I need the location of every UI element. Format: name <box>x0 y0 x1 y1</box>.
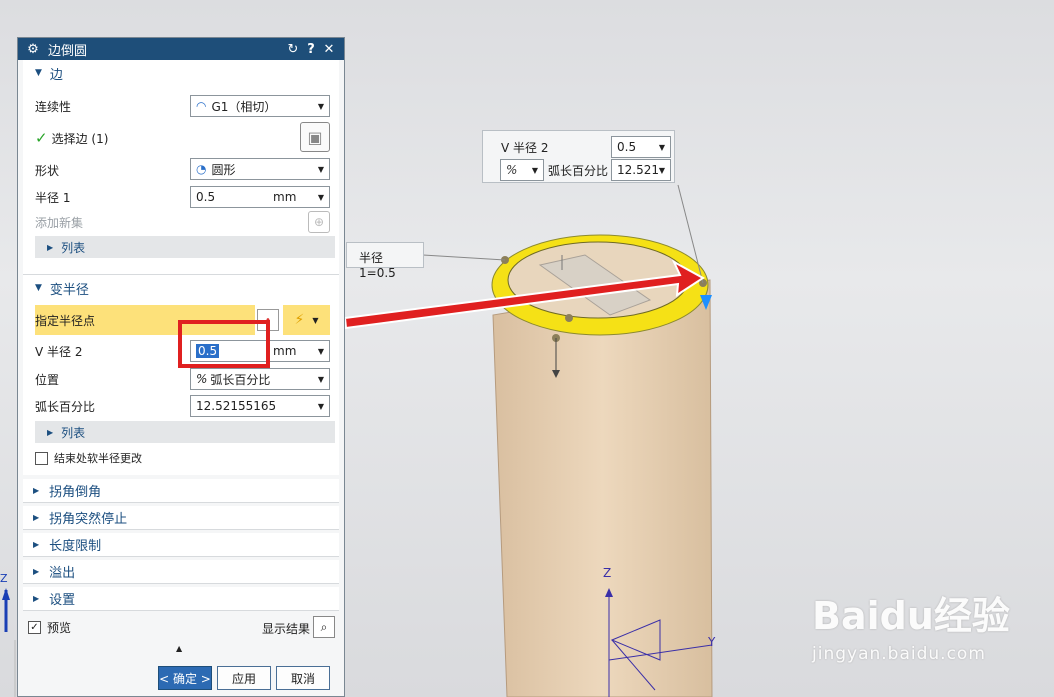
radius1-callout-text: 半径 1=0.5 <box>359 251 396 280</box>
show-result-label: 显示结果 <box>262 622 311 636</box>
radius-callout: V 半径 2 0.5 ▼ % ▼ 弧长百分比 12.521 ▼ <box>482 130 675 183</box>
gear-icon[interactable]: ⚙ <box>24 42 42 57</box>
check-icon: ✓ <box>35 129 48 147</box>
position-label: 位置 <box>35 372 60 387</box>
checkbox-icon[interactable]: ✓ <box>28 620 41 634</box>
continuity-dropdown[interactable]: ◠ G1（相切） ▼ <box>190 95 330 117</box>
axis-y-label: Y <box>708 635 716 649</box>
show-result-button[interactable]: ⌕ <box>313 616 335 638</box>
lightning-point-icon: ⚡ <box>294 312 305 328</box>
end-soft-radius-checkbox[interactable]: 结束处软半径更改 <box>35 446 142 470</box>
apply-button[interactable]: 应用 <box>217 666 271 690</box>
position-dropdown[interactable]: % 弧长百分比 ▼ <box>190 368 330 390</box>
add-new-set-button[interactable]: ⊕ <box>308 211 330 233</box>
expand-triangle-icon: ▼ <box>35 68 42 78</box>
callout-arc-input[interactable]: 12.521 ▼ <box>611 159 671 181</box>
axis-z-label: Z <box>603 566 612 580</box>
callout-v-radius-input[interactable]: 0.5 ▼ <box>611 136 671 158</box>
callout-arc-label: 弧长百分比 <box>548 164 609 178</box>
variable-list-toggle[interactable]: ▶ 列表 <box>35 421 335 443</box>
cube-icon: ▣ <box>307 127 323 147</box>
shape-label: 形状 <box>35 163 60 178</box>
select-edge-label: ✓ 选择边 (1) <box>35 129 109 147</box>
reset-icon[interactable]: ↻ <box>284 42 302 57</box>
help-icon[interactable]: ? <box>302 42 320 57</box>
callout-position-dropdown[interactable]: % ▼ <box>500 159 544 181</box>
variable-radius-header[interactable]: ▼ 变半径 <box>23 275 339 301</box>
edge-section-header[interactable]: ▼ 边 <box>23 60 339 86</box>
ok-button[interactable]: < 确定 > <box>158 666 212 690</box>
axis-z-label-left: Z <box>0 572 8 585</box>
edge-list-toggle[interactable]: ▶ 列表 <box>35 236 335 258</box>
g1-tangent-icon: ◠ <box>196 99 207 113</box>
preview-checkbox[interactable]: ✓ 预览 <box>28 615 71 639</box>
cancel-button[interactable]: 取消 <box>276 666 330 690</box>
dialog-titlebar: ⚙ 边倒圆 ↻ ? ✕ <box>18 38 344 60</box>
collapse-caret[interactable]: ▲ <box>176 644 182 653</box>
expand-triangle-icon: ▼ <box>35 283 42 293</box>
percent-icon: % <box>196 372 208 386</box>
shape-dropdown[interactable]: ◔ 圆形 ▼ <box>190 158 330 180</box>
section-corner-stop[interactable]: ▶ 拐角突然停止 <box>23 506 339 530</box>
section-overflow[interactable]: ▶ 溢出 <box>23 560 339 584</box>
radius1-callout: 半径 1=0.5 <box>346 242 424 280</box>
point-type-dropdown[interactable]: ⚡ ▼ <box>283 305 330 335</box>
callout-v-radius-label: V 半径 2 <box>501 141 549 155</box>
dialog-title: 边倒圆 <box>48 43 88 59</box>
radius1-input[interactable]: 0.5 mm ▼ <box>190 186 330 208</box>
arc-percent-label: 弧长百分比 <box>35 399 96 414</box>
circle-shape-icon: ◔ <box>196 162 207 176</box>
magnifier-icon: ⌕ <box>320 619 328 634</box>
percent-icon: % <box>506 163 518 177</box>
checkbox-icon[interactable] <box>35 451 48 465</box>
section-corner-chamfer[interactable]: ▶ 拐角倒角 <box>23 479 339 503</box>
radius1-label: 半径 1 <box>35 190 71 205</box>
close-icon[interactable]: ✕ <box>320 42 338 57</box>
continuity-label: 连续性 <box>35 99 72 114</box>
section-settings[interactable]: ▶ 设置 <box>23 587 339 611</box>
select-edge-button[interactable]: ▣ <box>300 122 330 152</box>
arc-percent-input[interactable]: 12.52155165 ▼ <box>190 395 330 417</box>
section-length-limit[interactable]: ▶ 长度限制 <box>23 533 339 557</box>
cylinder-body <box>492 279 713 697</box>
annotation-highlight-box <box>178 320 270 368</box>
watermark: Baidu经验 jingyan.baidu.com <box>812 594 1010 664</box>
v-radius2-label: V 半径 2 <box>35 344 83 359</box>
add-new-set-label: 添加新集 <box>35 215 84 230</box>
